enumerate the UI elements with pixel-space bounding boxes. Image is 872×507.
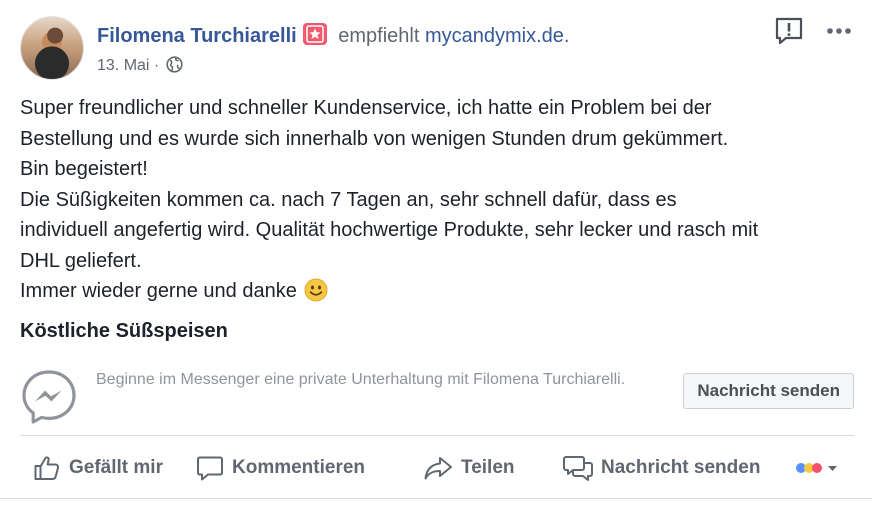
like-label: Gefällt mir: [69, 457, 163, 478]
author-name[interactable]: Filomena Turchiarelli: [97, 25, 297, 47]
post-header: Filomena Turchiarelli empfiehlt mycandym…: [20, 16, 852, 86]
like-button[interactable]: Gefällt mir: [33, 447, 163, 489]
post-date[interactable]: 13. Mai: [97, 57, 149, 74]
comment-icon: [197, 456, 223, 481]
comment-label: Kommentieren: [232, 457, 366, 478]
messenger-prompt: Beginne im Messenger eine private Unterh…: [20, 363, 854, 426]
recommends-text: empfiehlt: [338, 25, 420, 47]
body-line: Super freundlicher und schneller Kundens…: [20, 97, 712, 119]
body-line: Die Süßigkeiten kommen ca. nach 7 Tagen …: [20, 188, 677, 211]
meta-separator: ·: [153, 57, 160, 74]
message-label: Nachricht senden: [601, 457, 761, 478]
action-bar: Gefällt mir Kommentieren Teilen Nachrich…: [33, 447, 848, 489]
post-body: Super freundlicher und schneller Kundens…: [20, 93, 860, 312]
post-meta: 13. Mai ·: [97, 56, 183, 78]
post-card: Filomena Turchiarelli empfiehlt mycandym…: [0, 0, 872, 507]
thumbs-up-icon: [34, 456, 60, 480]
body-line: DHL geliefert.: [20, 249, 142, 272]
reaction-selector-icon: [796, 463, 837, 473]
page-link[interactable]: mycandymix.de.: [425, 25, 570, 47]
divider-bottom: [0, 498, 872, 499]
globe-icon[interactable]: [166, 56, 183, 78]
send-message-action[interactable]: Nachricht senden: [563, 447, 760, 489]
share-icon: [424, 457, 452, 480]
divider: [20, 435, 854, 436]
body-line: Bestellung und es wurde sich innerhalb v…: [20, 127, 729, 150]
body-line: individuell angefertig wird. Qualität ho…: [20, 219, 759, 241]
body-line: Bin begeistert!: [20, 158, 148, 180]
share-button[interactable]: Teilen: [423, 447, 515, 489]
body-line-last: Immer wieder gerne und danke: [20, 276, 860, 312]
share-label: Teilen: [461, 457, 515, 478]
message-icon: [563, 456, 593, 481]
messenger-prompt-text: Beginne im Messenger eine private Unterh…: [96, 371, 626, 388]
report-icon[interactable]: [774, 16, 804, 46]
smiley-icon: [304, 278, 328, 312]
send-message-button[interactable]: Nachricht senden: [683, 373, 854, 409]
avatar[interactable]: [20, 16, 84, 80]
author-line: Filomena Turchiarelli empfiehlt mycandym…: [97, 23, 569, 48]
comment-button[interactable]: Kommentieren: [196, 447, 365, 489]
messenger-icon: [20, 368, 78, 426]
more-icon[interactable]: [826, 24, 852, 36]
reaction-selector[interactable]: [795, 447, 849, 489]
recommendation-star-icon: [302, 23, 327, 45]
section-title: Köstliche Süßspeisen: [20, 320, 228, 342]
body-line: Immer wieder gerne und danke: [20, 280, 297, 302]
